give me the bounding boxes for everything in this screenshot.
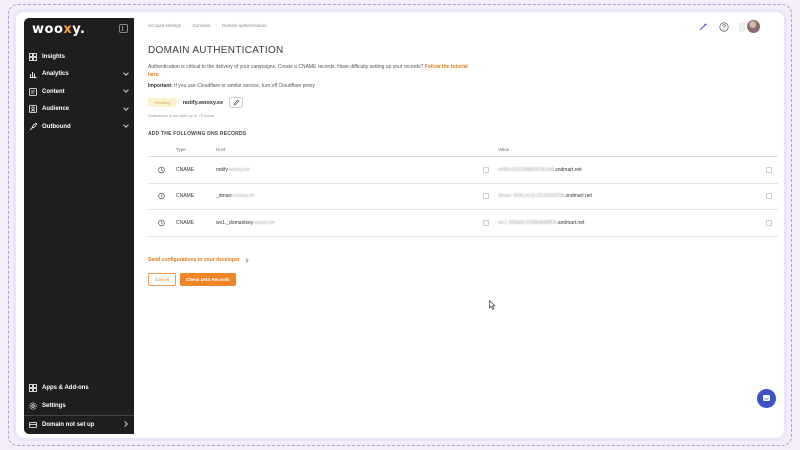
domain-name: notify.wooxy.ee bbox=[182, 99, 224, 106]
apps-icon bbox=[29, 384, 37, 392]
magic-wand-icon[interactable] bbox=[697, 21, 708, 32]
clock-icon bbox=[158, 166, 165, 173]
table-row: CNAME notify.wooxy.ee wNl6vEl1Ol9t8kl0f2… bbox=[148, 157, 778, 184]
rocket-icon bbox=[29, 122, 37, 131]
record-type: CNAME bbox=[176, 219, 195, 226]
record-type: CNAME bbox=[176, 166, 195, 173]
header-actions bbox=[697, 20, 760, 33]
record-host: wx1._domainkey.wooxy.ee bbox=[216, 219, 276, 226]
record-value: wNl6vEl1Ol9t8kl0f2lEnhtl.sndmart.net bbox=[498, 166, 582, 173]
domain-line: Pending notify.wooxy.ee bbox=[148, 97, 244, 108]
record-type: CNAME bbox=[176, 193, 195, 200]
form-actions: Cancel Check DNS Records bbox=[148, 273, 236, 286]
column-header-host: Host bbox=[216, 147, 226, 152]
breadcrumb: Account settings › Domains › Domain auth… bbox=[148, 23, 267, 28]
sidebar-item-label: Insights bbox=[42, 53, 66, 60]
sidebar-item-analytics[interactable]: Analytics bbox=[24, 66, 134, 84]
column-header-value: Value bbox=[498, 147, 510, 152]
domain-icon bbox=[29, 421, 37, 429]
propagation-hint: Sometimes it can take up to 72 hours bbox=[148, 113, 215, 118]
sidebar-item-label: Settings bbox=[42, 403, 66, 409]
sidebar-item-domain-status[interactable]: Domain not set up bbox=[24, 415, 134, 434]
copy-host-icon[interactable] bbox=[483, 166, 489, 173]
grid-icon bbox=[29, 52, 37, 61]
chevron-down-icon[interactable] bbox=[123, 104, 129, 111]
page-description: Authentication is critical to the delive… bbox=[148, 64, 468, 78]
sidebar-item-label: Audience bbox=[42, 106, 70, 113]
collapse-sidebar-button[interactable] bbox=[119, 24, 128, 33]
chevron-down-icon[interactable] bbox=[123, 69, 129, 76]
important-note: Important: If you use Cloudflare or simi… bbox=[148, 83, 315, 89]
chart-icon bbox=[29, 70, 37, 79]
gear-icon bbox=[29, 402, 37, 410]
copy-host-icon[interactable] bbox=[483, 219, 489, 226]
avatar[interactable] bbox=[747, 20, 760, 33]
chevron-right-icon bbox=[244, 257, 249, 263]
chat-button[interactable] bbox=[757, 389, 776, 408]
sidebar-item-outbound[interactable]: Outbound bbox=[24, 118, 134, 136]
status-badge: Pending bbox=[148, 98, 177, 107]
content-icon bbox=[29, 87, 37, 96]
breadcrumb-separator: › bbox=[186, 23, 188, 28]
sidebar-item-label: Domain not set up bbox=[42, 422, 95, 428]
avatar-pad bbox=[739, 21, 745, 32]
pencil-icon bbox=[233, 99, 240, 106]
column-header-type: Type bbox=[176, 147, 186, 152]
dns-records-table: Type Host Value CNAME notify.wooxy.ee wN… bbox=[148, 143, 778, 237]
main-content: Account settings › Domains › Domain auth… bbox=[134, 12, 784, 438]
sidebar-item-settings[interactable]: Settings bbox=[24, 397, 134, 415]
page-title: DOMAIN AUTHENTICATION bbox=[148, 45, 284, 56]
send-to-developer-link[interactable]: Send configurations to your developer bbox=[148, 257, 249, 263]
chevron-down-icon[interactable] bbox=[123, 122, 129, 128]
sidebar-item-label: Outbound bbox=[42, 123, 71, 130]
logo[interactable]: wooxy. bbox=[32, 22, 86, 37]
user-menu[interactable] bbox=[739, 20, 760, 33]
chevron-down-icon[interactable] bbox=[123, 87, 129, 93]
sidebar-item-content[interactable]: Content bbox=[24, 83, 134, 101]
record-value: wx1.96fbb8c1f0f8b8d9ff0d.sndmart.net bbox=[498, 219, 585, 226]
table-header: Type Host Value bbox=[148, 143, 778, 157]
sidebar-item-label: Apps & Add-ons bbox=[42, 385, 89, 391]
important-text: If you use Cloudflare or similar service… bbox=[174, 83, 315, 89]
breadcrumb-account-settings[interactable]: Account settings bbox=[148, 23, 181, 28]
record-value: dmarc.4l9kl.ex1b18c8d8bf93ll.sndmart.net bbox=[498, 193, 592, 200]
section-title: ADD THE FOLLOWING DNS RECORDS bbox=[148, 131, 247, 137]
record-host: notify.wooxy.ee bbox=[216, 166, 250, 173]
sidebar-item-label: Content bbox=[42, 88, 65, 95]
audience-icon bbox=[29, 105, 37, 114]
table-row: CNAME wx1._domainkey.wooxy.ee wx1.96fbb8… bbox=[148, 210, 778, 237]
app-window: wooxy. Insights Analytics Content Audien… bbox=[16, 12, 784, 438]
chevron-right-icon bbox=[122, 421, 128, 427]
cancel-button[interactable]: Cancel bbox=[148, 273, 177, 286]
chat-icon bbox=[763, 395, 770, 401]
sidebar-nav: Insights Analytics Content Audience Outb… bbox=[24, 48, 134, 136]
sidebar-item-insights[interactable]: Insights bbox=[24, 48, 134, 66]
clock-icon bbox=[158, 193, 165, 200]
breadcrumb-separator: › bbox=[215, 23, 217, 28]
edit-domain-button[interactable] bbox=[229, 97, 244, 108]
sidebar: wooxy. Insights Analytics Content Audien… bbox=[24, 18, 134, 434]
important-label: Important: bbox=[148, 83, 173, 89]
copy-host-icon[interactable] bbox=[483, 193, 489, 200]
breadcrumb-domains[interactable]: Domains bbox=[193, 23, 211, 28]
check-dns-records-button[interactable]: Check DNS Records bbox=[180, 273, 236, 286]
breadcrumb-current: Domain authentication bbox=[221, 23, 267, 28]
table-row: CNAME _dmarc.wooxy.ee dmarc.4l9kl.ex1b18… bbox=[148, 184, 778, 210]
help-icon[interactable] bbox=[718, 21, 729, 32]
copy-value-icon[interactable] bbox=[766, 166, 772, 173]
record-host: _dmarc.wooxy.ee bbox=[216, 193, 255, 200]
copy-value-icon[interactable] bbox=[766, 219, 772, 226]
mouse-cursor-icon bbox=[489, 300, 496, 310]
sidebar-item-label: Analytics bbox=[42, 71, 69, 78]
sidebar-item-audience[interactable]: Audience bbox=[24, 101, 134, 119]
sidebar-bottom: Apps & Add-ons Settings Domain not set u… bbox=[24, 379, 134, 434]
clock-icon bbox=[158, 219, 165, 226]
sidebar-item-apps[interactable]: Apps & Add-ons bbox=[24, 379, 134, 397]
copy-value-icon[interactable] bbox=[766, 193, 772, 200]
